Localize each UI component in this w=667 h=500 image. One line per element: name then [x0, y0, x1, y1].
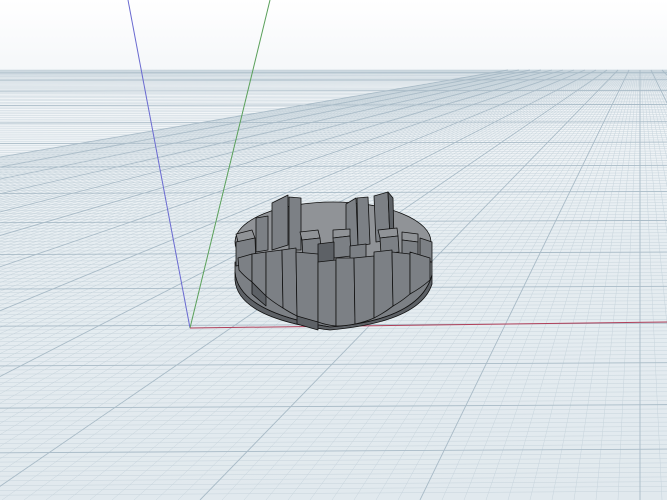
- grid-line: [463, 69, 632, 500]
- grid-line: [0, 408, 667, 413]
- slat: [295, 251, 319, 323]
- grid-line: [0, 366, 667, 371]
- fin: [356, 196, 371, 247]
- grid-line: [0, 387, 667, 392]
- slat: [317, 259, 337, 327]
- fin: [271, 194, 289, 251]
- grid-line: [0, 374, 667, 379]
- grid-line: [0, 435, 667, 440]
- grid-line: [507, 69, 634, 500]
- fin: [255, 215, 269, 253]
- grid-line: [0, 462, 667, 467]
- grid-line: [419, 69, 630, 500]
- block: [332, 235, 352, 259]
- slat: [281, 247, 298, 317]
- grid-line: [0, 79, 667, 81]
- grid-line: [0, 350, 667, 354]
- 3d-viewport[interactable]: [0, 0, 667, 500]
- grid-line: [0, 453, 667, 458]
- grid-line: [0, 342, 667, 346]
- grid-line: [0, 481, 667, 486]
- grid-line: [0, 476, 667, 482]
- grid-line: [0, 448, 667, 454]
- grid-line: [0, 404, 667, 409]
- fin: [288, 196, 302, 251]
- grid-line: [529, 69, 635, 500]
- grid-line: [0, 413, 667, 418]
- grid-line: [0, 400, 667, 405]
- slat: [373, 249, 394, 319]
- grid-line: [0, 444, 667, 449]
- grid-line: [0, 378, 667, 383]
- grid-line: [0, 338, 667, 343]
- grid-line: [0, 426, 667, 431]
- grid-line: [0, 89, 667, 92]
- ground-grid: [0, 0, 667, 500]
- grid-line: [0, 486, 667, 491]
- grid-line: [0, 430, 667, 435]
- grid-line: [0, 370, 667, 375]
- grid-line: [0, 358, 667, 363]
- grid-line: [485, 69, 633, 500]
- slat: [335, 257, 356, 327]
- slat: [353, 255, 375, 325]
- grid-line: [0, 471, 667, 477]
- grid-line: [0, 334, 667, 339]
